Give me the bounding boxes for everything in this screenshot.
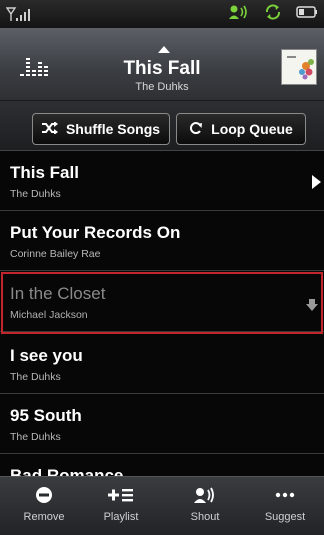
queue-controls: Shuffle Songs Loop Queue: [0, 101, 324, 151]
speaker-icon: [228, 4, 250, 25]
song-title: I see you: [10, 346, 83, 365]
song-title: Put Your Records On: [10, 223, 181, 242]
queue-item[interactable]: I see you The Duhks: [0, 334, 324, 394]
shout-button[interactable]: Shout: [170, 483, 240, 523]
song-artist: Corinne Bailey Rae: [10, 248, 101, 260]
now-playing-artist: The Duhks: [135, 81, 189, 93]
add-to-playlist-icon: [86, 483, 156, 507]
queue-item[interactable]: 95 South The Duhks: [0, 394, 324, 454]
queue-list[interactable]: This Fall The Duhks Put Your Records On …: [0, 151, 324, 476]
suggest-label: Suggest: [264, 511, 306, 523]
song-title: Bad Romance: [10, 466, 124, 476]
loop-queue-button[interactable]: Loop Queue: [176, 113, 306, 145]
status-bar: [0, 0, 324, 28]
more-icon: [250, 483, 320, 507]
song-artist: The Duhks: [10, 371, 61, 383]
loop-icon: [189, 121, 203, 138]
remove-label: Remove: [23, 511, 65, 523]
song-title: This Fall: [10, 163, 79, 182]
play-indicator-icon: [312, 175, 321, 189]
queue-item[interactable]: Bad Romance: [0, 454, 324, 476]
shuffle-icon: [41, 121, 58, 137]
sync-icon: [264, 4, 282, 25]
shout-icon: [170, 483, 240, 507]
shuffle-songs-button[interactable]: Shuffle Songs: [32, 113, 170, 145]
queue-item[interactable]: This Fall The Duhks: [0, 151, 324, 211]
queue-item[interactable]: In the Closet Michael Jackson: [0, 272, 324, 332]
song-artist: Michael Jackson: [10, 309, 88, 321]
playlist-label: Playlist: [103, 511, 139, 523]
song-artist: The Duhks: [10, 431, 61, 443]
suggest-button[interactable]: Suggest: [250, 483, 320, 523]
battery-icon: [296, 5, 318, 24]
expand-up-icon[interactable]: [158, 46, 170, 53]
queue-item[interactable]: Put Your Records On Corinne Bailey Rae: [0, 211, 324, 271]
album-art[interactable]: [281, 49, 317, 85]
shout-label: Shout: [190, 511, 220, 523]
signal-icon: [6, 6, 34, 22]
song-artist: The Duhks: [10, 188, 61, 200]
now-playing-header[interactable]: This Fall The Duhks: [0, 28, 324, 101]
remove-button[interactable]: Remove: [9, 483, 79, 523]
minus-circle-icon: [9, 483, 79, 507]
drag-handle-icon[interactable]: [305, 298, 319, 311]
bottom-toolbar: Remove Playlist Shout Suggest: [0, 476, 324, 535]
song-title: In the Closet: [10, 284, 106, 303]
now-playing-title: This Fall: [123, 58, 201, 79]
playlist-button[interactable]: Playlist: [86, 483, 156, 523]
loop-queue-label: Loop Queue: [211, 121, 293, 137]
song-title: 95 South: [10, 406, 82, 425]
shuffle-songs-label: Shuffle Songs: [65, 121, 161, 137]
